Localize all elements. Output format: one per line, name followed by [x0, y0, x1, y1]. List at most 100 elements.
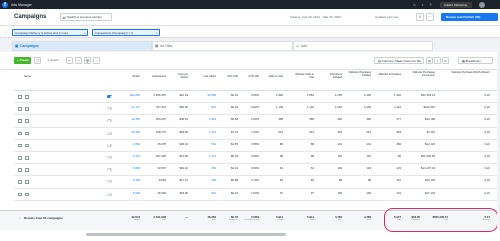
gear-icon: ⚙	[444, 59, 447, 63]
filter-icon[interactable]: ⌕	[5, 30, 7, 34]
table-cell: $37.95	[179, 154, 188, 158]
date-range-selector[interactable]: Lifetime: Feb 29, 2014 – Mar 29, 2020	[290, 15, 341, 19]
table-cell: 88	[279, 141, 283, 146]
close-icon[interactable]: ×	[84, 30, 86, 37]
horizontal-scrollbar[interactable]	[86, 233, 286, 236]
tab-ad-sets[interactable]: ▦ Ad Sets	[152, 41, 293, 51]
refresh-icon: ↻	[418, 15, 422, 19]
home-icon[interactable]: ⌂	[412, 2, 417, 7]
row-checkbox[interactable]	[25, 107, 29, 111]
tag-icon: ⌂	[95, 59, 98, 63]
row-checkbox[interactable]	[25, 143, 29, 148]
expand-icon[interactable]	[18, 156, 22, 160]
table-cell: 0.22	[484, 154, 490, 158]
summary-sublabel: Total	[443, 219, 448, 221]
chart-toggle-button[interactable]: ▤	[426, 57, 433, 64]
review-publish-button[interactable]: Review and Publish (35)	[441, 13, 498, 21]
redo-button[interactable]: ↷	[75, 57, 82, 64]
summary-cell: 4,785 Total	[341, 215, 371, 221]
expand-icon[interactable]	[18, 192, 22, 197]
table-cell: 485	[309, 117, 314, 122]
refresh-button[interactable]: ↻	[416, 13, 424, 21]
summary-sublabel: Total	[309, 219, 314, 221]
table-row[interactable]: 26,425 248,772 $29.95 1,321 $1.34 1.43% 512 512…	[14, 128, 500, 140]
row-checkbox[interactable]	[25, 119, 29, 123]
table-cell: 1,002	[335, 105, 342, 110]
facebook-logo-icon[interactable]: f	[2, 1, 8, 8]
table-row[interactable]: 27,177 227,113 $18.99 914 $0.49 0.92% 1,139 1,1…	[14, 103, 500, 116]
chevron-right-icon[interactable]: ›	[19, 216, 20, 220]
column-header-purchase-roas[interactable]: Website Purchase ROAS (Return	[440, 71, 490, 74]
expand-icon[interactable]	[18, 143, 22, 148]
table-row[interactable]: 5,026 26,528 $18.00 521 $0.24 1.84% 97 97 106 106…	[14, 189, 500, 201]
table-cell: 0.22	[484, 93, 490, 97]
tab-campaigns[interactable]: ▣ Campaigns	[12, 41, 152, 51]
expand-icon[interactable]	[18, 168, 22, 172]
table-cell: $17.47	[179, 178, 188, 183]
expand-icon[interactable]	[18, 180, 22, 184]
column-header-checkouts-initiated[interactable]: Checkouts Initiated	[320, 73, 342, 79]
table-row[interactable]: 6,820 33,507 $62.42 253 $2.44 0.99% 64 64 129 129…	[14, 164, 500, 177]
close-icon[interactable]: ×	[156, 30, 158, 37]
column-header-website-checkouts[interactable]: Website Checkouts Initiated	[345, 71, 371, 77]
table-cell: 0.22	[484, 166, 490, 171]
help-icon[interactable]: ?	[428, 2, 433, 7]
row-checkbox[interactable]	[25, 131, 29, 136]
table-row[interactable]: 6,210 187,905 $37.95 1,171 $0.45 0.99% 98 98 115…	[14, 152, 500, 165]
table-cell: 106	[337, 190, 342, 195]
page-title: Campaigns	[14, 14, 47, 20]
table-row[interactable]: 19,450 253,297 $46.51 1,864 $0.58 2.50% 485 485…	[14, 115, 500, 128]
table-cell: 0.22	[484, 178, 490, 183]
table-row[interactable]: 3,652 15,678 $29.91 561 $1.55 3.58% 88 88 141 141…	[14, 140, 500, 152]
column-header-cpc[interactable]: CPC (All)	[222, 75, 238, 78]
grid-icon: ▦	[155, 44, 159, 48]
avatar[interactable]	[479, 1, 485, 8]
expand-icon[interactable]	[18, 95, 22, 99]
row-checkbox[interactable]	[25, 156, 29, 160]
table-cell: 182	[396, 141, 401, 146]
duplicate-button[interactable]: ❐	[34, 57, 41, 64]
table-cell: 123	[396, 166, 401, 171]
create-button[interactable]: + Create	[14, 57, 31, 64]
breakdown-selector[interactable]: ▦ Breakdown	[458, 57, 493, 64]
columns-selector[interactable]: ▥ Columns: Made Goes For Me	[374, 57, 424, 64]
column-header-reach[interactable]: Reach	[128, 75, 141, 78]
column-header-website-purchases[interactable]: Website Purchases	[375, 73, 401, 76]
column-header-name[interactable]: Name	[24, 75, 31, 78]
filter-chip-delivery[interactable]: Campaign Delivery is Active and 4 more ×	[12, 28, 88, 37]
export-button[interactable]: ⇪ Export	[43, 57, 63, 64]
more-button[interactable]: ⋯	[426, 13, 434, 21]
filter-chip-impressions[interactable]: Impressions (Campaign) > 0 ×	[92, 28, 160, 37]
expand-icon[interactable]	[18, 119, 22, 123]
tag-button[interactable]: ⌂	[93, 57, 100, 64]
expand-icon[interactable]	[18, 131, 22, 136]
switch-version-button[interactable]: ⇄ Switch to previous version	[60, 13, 112, 21]
tab-ads[interactable]: ▭ Ads	[293, 41, 433, 51]
column-header-ctr[interactable]: CTR (All)	[243, 75, 259, 78]
expand-icon[interactable]	[18, 107, 22, 111]
delete-button[interactable]: 🗑	[84, 57, 91, 64]
undo-button[interactable]: ↶	[66, 57, 73, 64]
column-header-adds-to-cart[interactable]: Adds to Cart	[263, 75, 283, 78]
table-cell: $29.95	[179, 129, 188, 134]
column-header-cost-per-result[interactable]: Cost per Result	[172, 73, 188, 79]
column-header-link-clicks[interactable]: Link Clicks	[196, 75, 216, 78]
column-header-impressions[interactable]: Impressions	[146, 75, 166, 78]
bell-icon[interactable]: ♪	[420, 2, 425, 7]
table-row[interactable]: 5,196 8,564 $17.47 239 $0.88 2.79% 84 84 98 98 112…	[14, 176, 500, 189]
row-checkbox[interactable]	[25, 168, 29, 172]
column-header-website-adds-to-cart[interactable]: Website Adds to Cart	[292, 73, 314, 79]
settings-button[interactable]: ⚙	[442, 57, 449, 64]
row-checkbox[interactable]	[25, 180, 29, 184]
table-cell: 460	[366, 117, 371, 122]
table-cell: 98	[367, 178, 371, 183]
export-toggle-button[interactable]: ⇩	[434, 57, 441, 64]
row-checkbox[interactable]	[25, 95, 29, 99]
table-cell: 1,896	[276, 93, 283, 97]
account-selector[interactable]: Adlabz Marketing	[440, 1, 472, 8]
table-row[interactable]: 200,229 2,536,307 $10.93 22,883 $0.44 0.90% 1,…	[14, 91, 500, 104]
row-checkbox[interactable]	[25, 192, 29, 197]
table-cell: 1,420	[394, 93, 401, 97]
summary-sublabel: Total	[366, 219, 371, 221]
column-header-purchases-conversion[interactable]: Website Purchases Conversion	[405, 71, 435, 77]
